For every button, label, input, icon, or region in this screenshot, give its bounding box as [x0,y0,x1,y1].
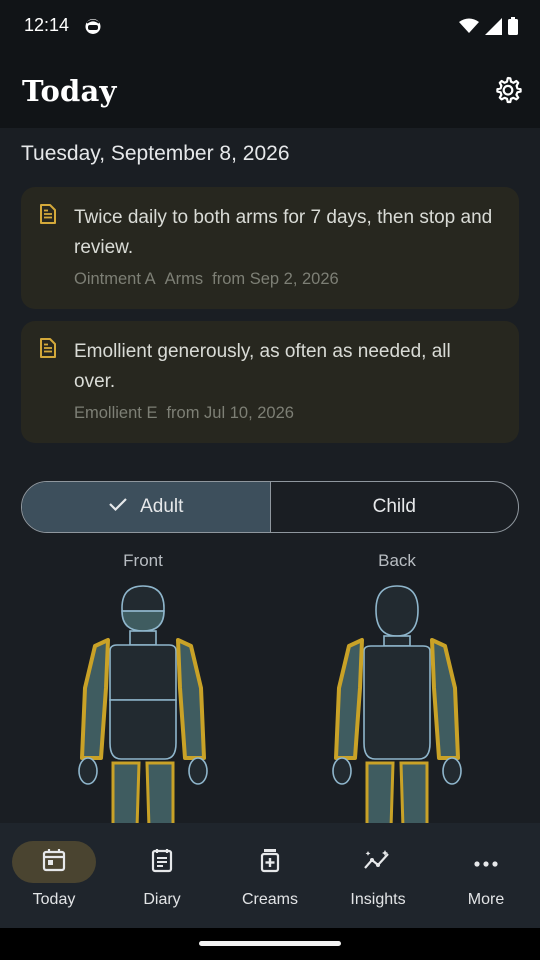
notification-face-icon [84,17,102,35]
front-right-arm [176,638,206,760]
front-left-hand [78,757,98,785]
back-view-label: Back [378,551,416,570]
front-right-leg [145,761,175,823]
battery-icon [508,17,518,39]
treatment-note-card[interactable]: Twice daily to both arms for 7 days, the… [21,187,519,309]
back-left-arm [334,638,364,760]
diary-icon [149,847,175,877]
calendar-icon [41,847,67,877]
page-title: Today [22,74,117,108]
status-bar: 12:14 [0,0,540,56]
insights-icon [363,847,393,877]
gesture-home-bar[interactable] [199,941,341,946]
check-icon [108,496,128,518]
note-start-date: from Jul 10, 2026 [166,404,294,422]
back-head [375,585,419,637]
front-left-arm [80,638,110,760]
nav-creams[interactable]: Creams [216,823,324,928]
gear-icon [494,76,522,108]
back-torso [363,645,431,760]
bottom-navigation: Today Diary Creams Insights More [0,823,540,928]
nav-insights-label: Insights [350,891,406,908]
nav-creams-label: Creams [241,891,298,908]
document-icon [39,338,57,358]
back-neck [383,635,411,647]
main-content: Tuesday, September 8, 2026 Twice daily t… [0,128,540,823]
back-right-leg [399,761,429,823]
note-meta: Ointment A Arms from Sep 2, 2026 [74,270,339,289]
status-time: 12:14 [24,15,70,35]
nav-more[interactable]: More [432,823,540,928]
cream-jar-icon [257,847,283,877]
nav-icon-wrap [336,841,420,883]
front-right-hand [188,757,208,785]
front-chest [109,644,177,701]
back-right-hand [442,757,462,785]
settings-button[interactable] [490,74,526,110]
nav-more-label: More [467,891,505,908]
note-product: Ointment A [74,270,156,288]
front-view-label: Front [123,551,163,570]
back-body-map[interactable] [327,578,467,823]
segment-adult[interactable]: Adult [22,482,271,532]
note-meta: Emollient E from Jul 10, 2026 [74,404,294,423]
note-text: Emollient generously, as often as needed… [74,341,451,392]
nav-today-label: Today [32,891,76,908]
note-product: Emollient E [74,404,158,422]
more-dots-icon [473,853,499,872]
app-bar: Today [0,56,540,128]
note-area: Arms [164,270,204,288]
nav-diary[interactable]: Diary [108,823,216,928]
document-icon [39,204,57,224]
note-start-date: from Sep 2, 2026 [212,270,339,288]
signal-icon [485,17,502,39]
gesture-navigation-area [0,928,540,960]
front-left-leg [111,761,141,823]
front-abdomen [109,699,177,760]
nav-icon-wrap [444,841,528,883]
segment-adult-label: Adult [140,496,184,517]
body-type-toggle: Adult Child [21,481,519,533]
wifi-icon [459,18,479,38]
back-left-leg [365,761,395,823]
segment-child[interactable]: Child [271,482,519,532]
nav-insights[interactable]: Insights [324,823,432,928]
segment-child-label: Child [372,496,416,517]
front-body-map[interactable] [73,578,213,823]
back-right-arm [430,638,460,760]
treatment-note-card[interactable]: Emollient generously, as often as needed… [21,321,519,443]
current-date: Tuesday, September 8, 2026 [21,142,290,165]
front-neck [129,630,157,646]
nav-today[interactable]: Today [0,823,108,928]
back-left-hand [332,757,352,785]
nav-icon-wrap [120,841,204,883]
nav-diary-label: Diary [143,891,181,908]
nav-icon-wrap [228,841,312,883]
note-text: Twice daily to both arms for 7 days, the… [74,207,493,258]
front-face [121,610,165,632]
nav-active-indicator [12,841,96,883]
